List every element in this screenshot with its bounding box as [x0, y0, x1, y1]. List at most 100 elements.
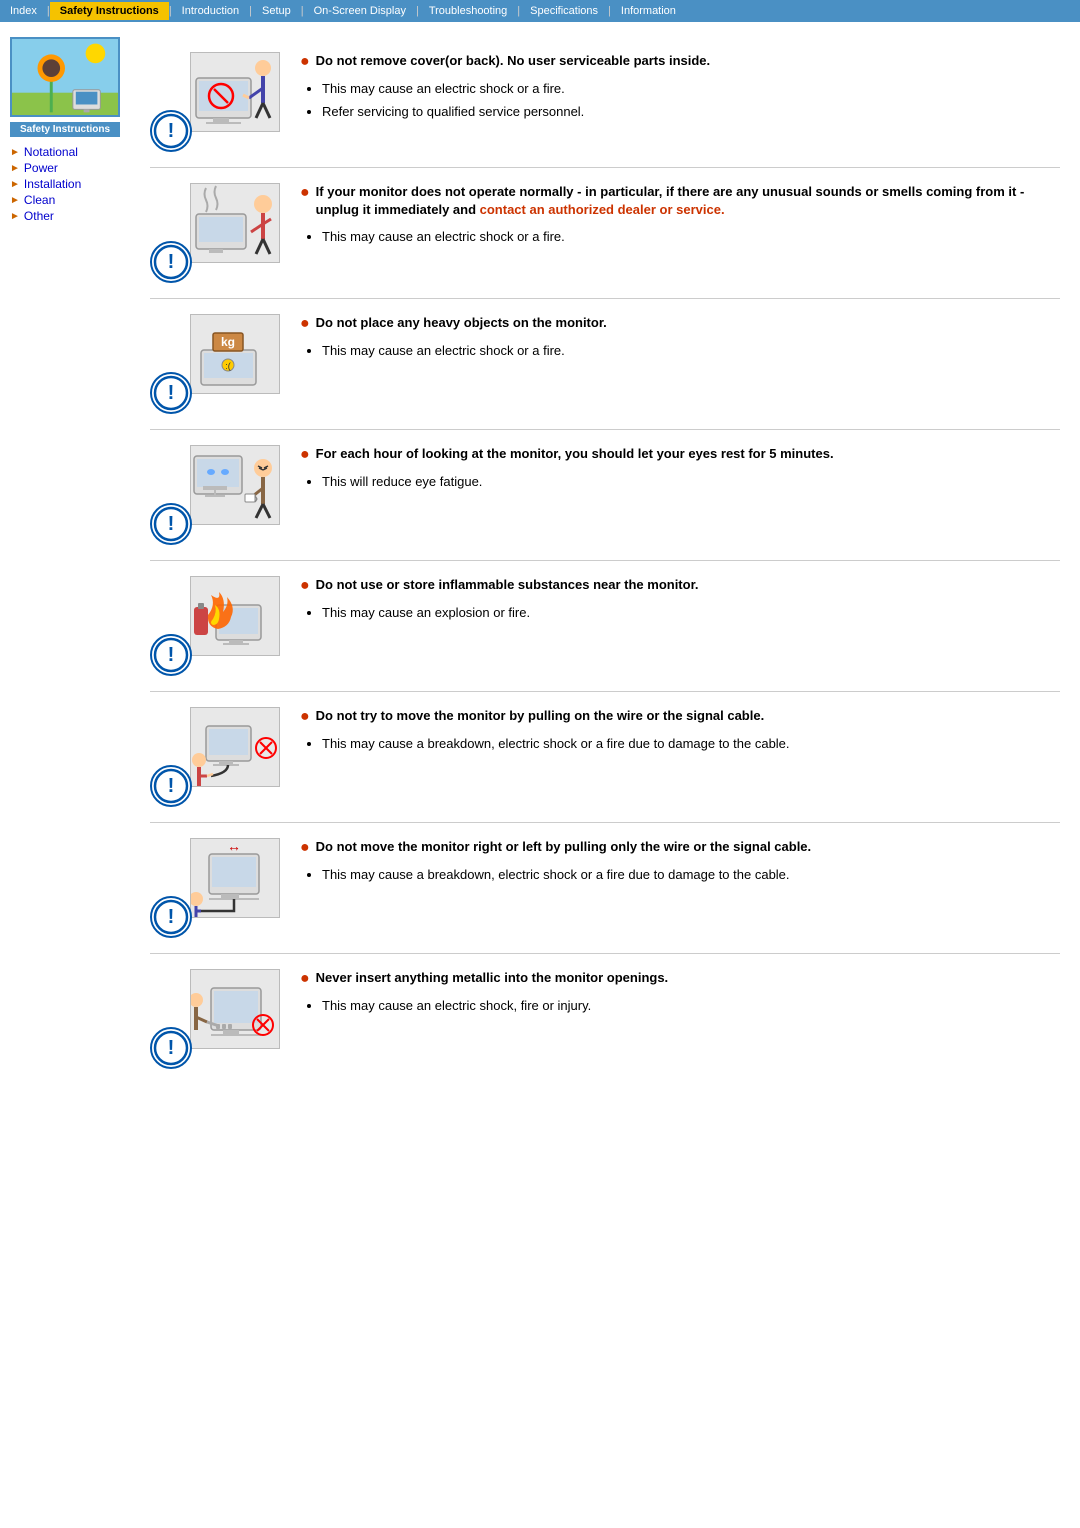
bullet-icon-1: ●	[300, 53, 310, 71]
nav-item-trouble[interactable]: Troubleshooting	[419, 2, 517, 20]
safety-row-3: kg :( ! ● Do not place any heavy o	[150, 299, 1060, 430]
safety-bullets-4: This will reduce eye fatigue.	[322, 472, 1060, 493]
sidebar-item-other[interactable]: ► Other	[10, 209, 130, 223]
safety-row-7: ↔ ! ● Do not move the monitor right or l…	[150, 823, 1060, 954]
safety-bullets-7: This may cause a breakdown, electric sho…	[322, 865, 1060, 886]
illus-box-2: !	[150, 183, 280, 283]
illustration-unusual-smell	[191, 184, 279, 262]
illustration-pull-wire	[191, 708, 279, 786]
arrow-icon-other: ►	[10, 211, 20, 222]
illustration-no-remove-cover	[191, 53, 279, 131]
safety-bullets-5: This may cause an explosion or fire.	[322, 603, 1060, 624]
safety-heading-1: ● Do not remove cover(or back). No user …	[300, 52, 1060, 71]
sidebar-item-clean[interactable]: ► Clean	[10, 193, 130, 207]
nav-item-safety[interactable]: Safety Instructions	[50, 2, 169, 20]
safety-heading-3: ● Do not place any heavy objects on the …	[300, 314, 1060, 333]
safety-text-2: ● If your monitor does not operate norma…	[300, 183, 1060, 250]
bullet-item-7-1: This may cause a breakdown, electric sho…	[322, 865, 1060, 886]
sidebar-item-power[interactable]: ► Power	[10, 161, 130, 175]
safety-bullets-1: This may cause an electric shock or a fi…	[322, 79, 1060, 123]
bullet-item-6-1: This may cause a breakdown, electric sho…	[322, 734, 1060, 755]
svg-text:!: !	[168, 906, 175, 928]
illus-main-3: kg :(	[190, 314, 280, 394]
sidebar-item-installation[interactable]: ► Installation	[10, 177, 130, 191]
illus-badge-1: !	[150, 110, 192, 152]
safety-bullets-6: This may cause a breakdown, electric sho…	[322, 734, 1060, 755]
safety-heading-5: ● Do not use or store inflammable substa…	[300, 576, 1060, 595]
illus-badge-5: !	[150, 634, 192, 676]
safety-text-8: ● Never insert anything metallic into th…	[300, 969, 1060, 1019]
illus-main-1	[190, 52, 280, 132]
svg-text:!: !	[168, 644, 175, 666]
safety-text-3: ● Do not place any heavy objects on the …	[300, 314, 1060, 364]
safety-heading-text-4: For each hour of looking at the monitor,…	[316, 445, 834, 463]
illustration-move-sideways: ↔	[191, 839, 279, 917]
svg-text:!: !	[168, 775, 175, 797]
illus-main-4	[190, 445, 280, 525]
nav-item-osd[interactable]: On-Screen Display	[304, 2, 416, 20]
illus-badge-3: !	[150, 372, 192, 414]
safety-row-1: ! ● Do not remove cover(or back). No use…	[150, 37, 1060, 168]
safety-heading-text-8: Never insert anything metallic into the …	[316, 969, 669, 987]
safety-row-8: ! ● Never insert anything metallic into …	[150, 954, 1060, 1084]
warning-badge-7: !	[153, 899, 189, 935]
safety-text-5: ● Do not use or store inflammable substa…	[300, 576, 1060, 626]
safety-row-6: ! ● Do not try to move the monitor by pu…	[150, 692, 1060, 823]
nav-item-info[interactable]: Information	[611, 2, 686, 20]
illus-main-5	[190, 576, 280, 656]
safety-row-2: ! ● If your monitor does not operate nor…	[150, 168, 1060, 299]
safety-heading-6: ● Do not try to move the monitor by pull…	[300, 707, 1060, 726]
illus-box-4: !	[150, 445, 280, 545]
illus-box-1: !	[150, 52, 280, 152]
safety-heading-4: ● For each hour of looking at the monito…	[300, 445, 1060, 464]
main-container: Safety Instructions ► Notational ► Power…	[0, 22, 1080, 1114]
warning-badge-2: !	[153, 244, 189, 280]
svg-text:!: !	[168, 513, 175, 535]
nav-item-setup[interactable]: Setup	[252, 2, 301, 20]
nav-item-index[interactable]: Index	[0, 2, 47, 20]
arrow-icon-installation: ►	[10, 179, 20, 190]
safety-bullets-8: This may cause an electric shock, fire o…	[322, 996, 1060, 1017]
svg-text:!: !	[168, 1037, 175, 1059]
safety-heading-text-1: Do not remove cover(or back). No user se…	[316, 52, 710, 70]
safety-row-5: ! ● Do not use or store inflammable subs…	[150, 561, 1060, 692]
bullet-icon-7: ●	[300, 839, 310, 857]
svg-text:!: !	[168, 382, 175, 404]
bullet-item-1-1: This may cause an electric shock or a fi…	[322, 79, 1060, 100]
illustration-eye-rest	[191, 446, 279, 524]
illus-badge-6: !	[150, 765, 192, 807]
sidebar: Safety Instructions ► Notational ► Power…	[0, 32, 140, 1104]
bullet-item-2-1: This may cause an electric shock or a fi…	[322, 227, 1060, 248]
safety-row-4: ! ● For each hour of looking at the moni…	[150, 430, 1060, 561]
illus-main-7: ↔	[190, 838, 280, 918]
safety-bullets-2: This may cause an electric shock or a fi…	[322, 227, 1060, 248]
bullet-item-3-1: This may cause an electric shock or a fi…	[322, 341, 1060, 362]
bullet-icon-8: ●	[300, 970, 310, 988]
warning-badge-6: !	[153, 768, 189, 804]
nav-item-specs[interactable]: Specifications	[520, 2, 608, 20]
safety-heading-text-3: Do not place any heavy objects on the mo…	[316, 314, 607, 332]
safety-text-4: ● For each hour of looking at the monito…	[300, 445, 1060, 495]
sidebar-item-notational[interactable]: ► Notational	[10, 145, 130, 159]
contact-link[interactable]: contact an authorized dealer or service.	[480, 202, 725, 217]
bullet-icon-2: ●	[300, 184, 310, 202]
illus-box-8: !	[150, 969, 280, 1069]
safety-text-7: ● Do not move the monitor right or left …	[300, 838, 1060, 888]
safety-text-1: ● Do not remove cover(or back). No user …	[300, 52, 1060, 125]
nav-item-intro[interactable]: Introduction	[172, 2, 249, 20]
safety-heading-8: ● Never insert anything metallic into th…	[300, 969, 1060, 988]
warning-badge-1: !	[153, 113, 189, 149]
illus-box-5: !	[150, 576, 280, 676]
warning-badge-3: !	[153, 375, 189, 411]
svg-text::(: :(	[225, 361, 231, 371]
illus-main-2	[190, 183, 280, 263]
illus-box-7: ↔ !	[150, 838, 280, 938]
bullet-icon-6: ●	[300, 708, 310, 726]
safety-text-6: ● Do not try to move the monitor by pull…	[300, 707, 1060, 757]
warning-badge-4: !	[153, 506, 189, 542]
arrow-icon-power: ►	[10, 163, 20, 174]
bullet-icon-4: ●	[300, 446, 310, 464]
bullet-item-8-1: This may cause an electric shock, fire o…	[322, 996, 1060, 1017]
safety-heading-7: ● Do not move the monitor right or left …	[300, 838, 1060, 857]
safety-bullets-3: This may cause an electric shock or a fi…	[322, 341, 1060, 362]
